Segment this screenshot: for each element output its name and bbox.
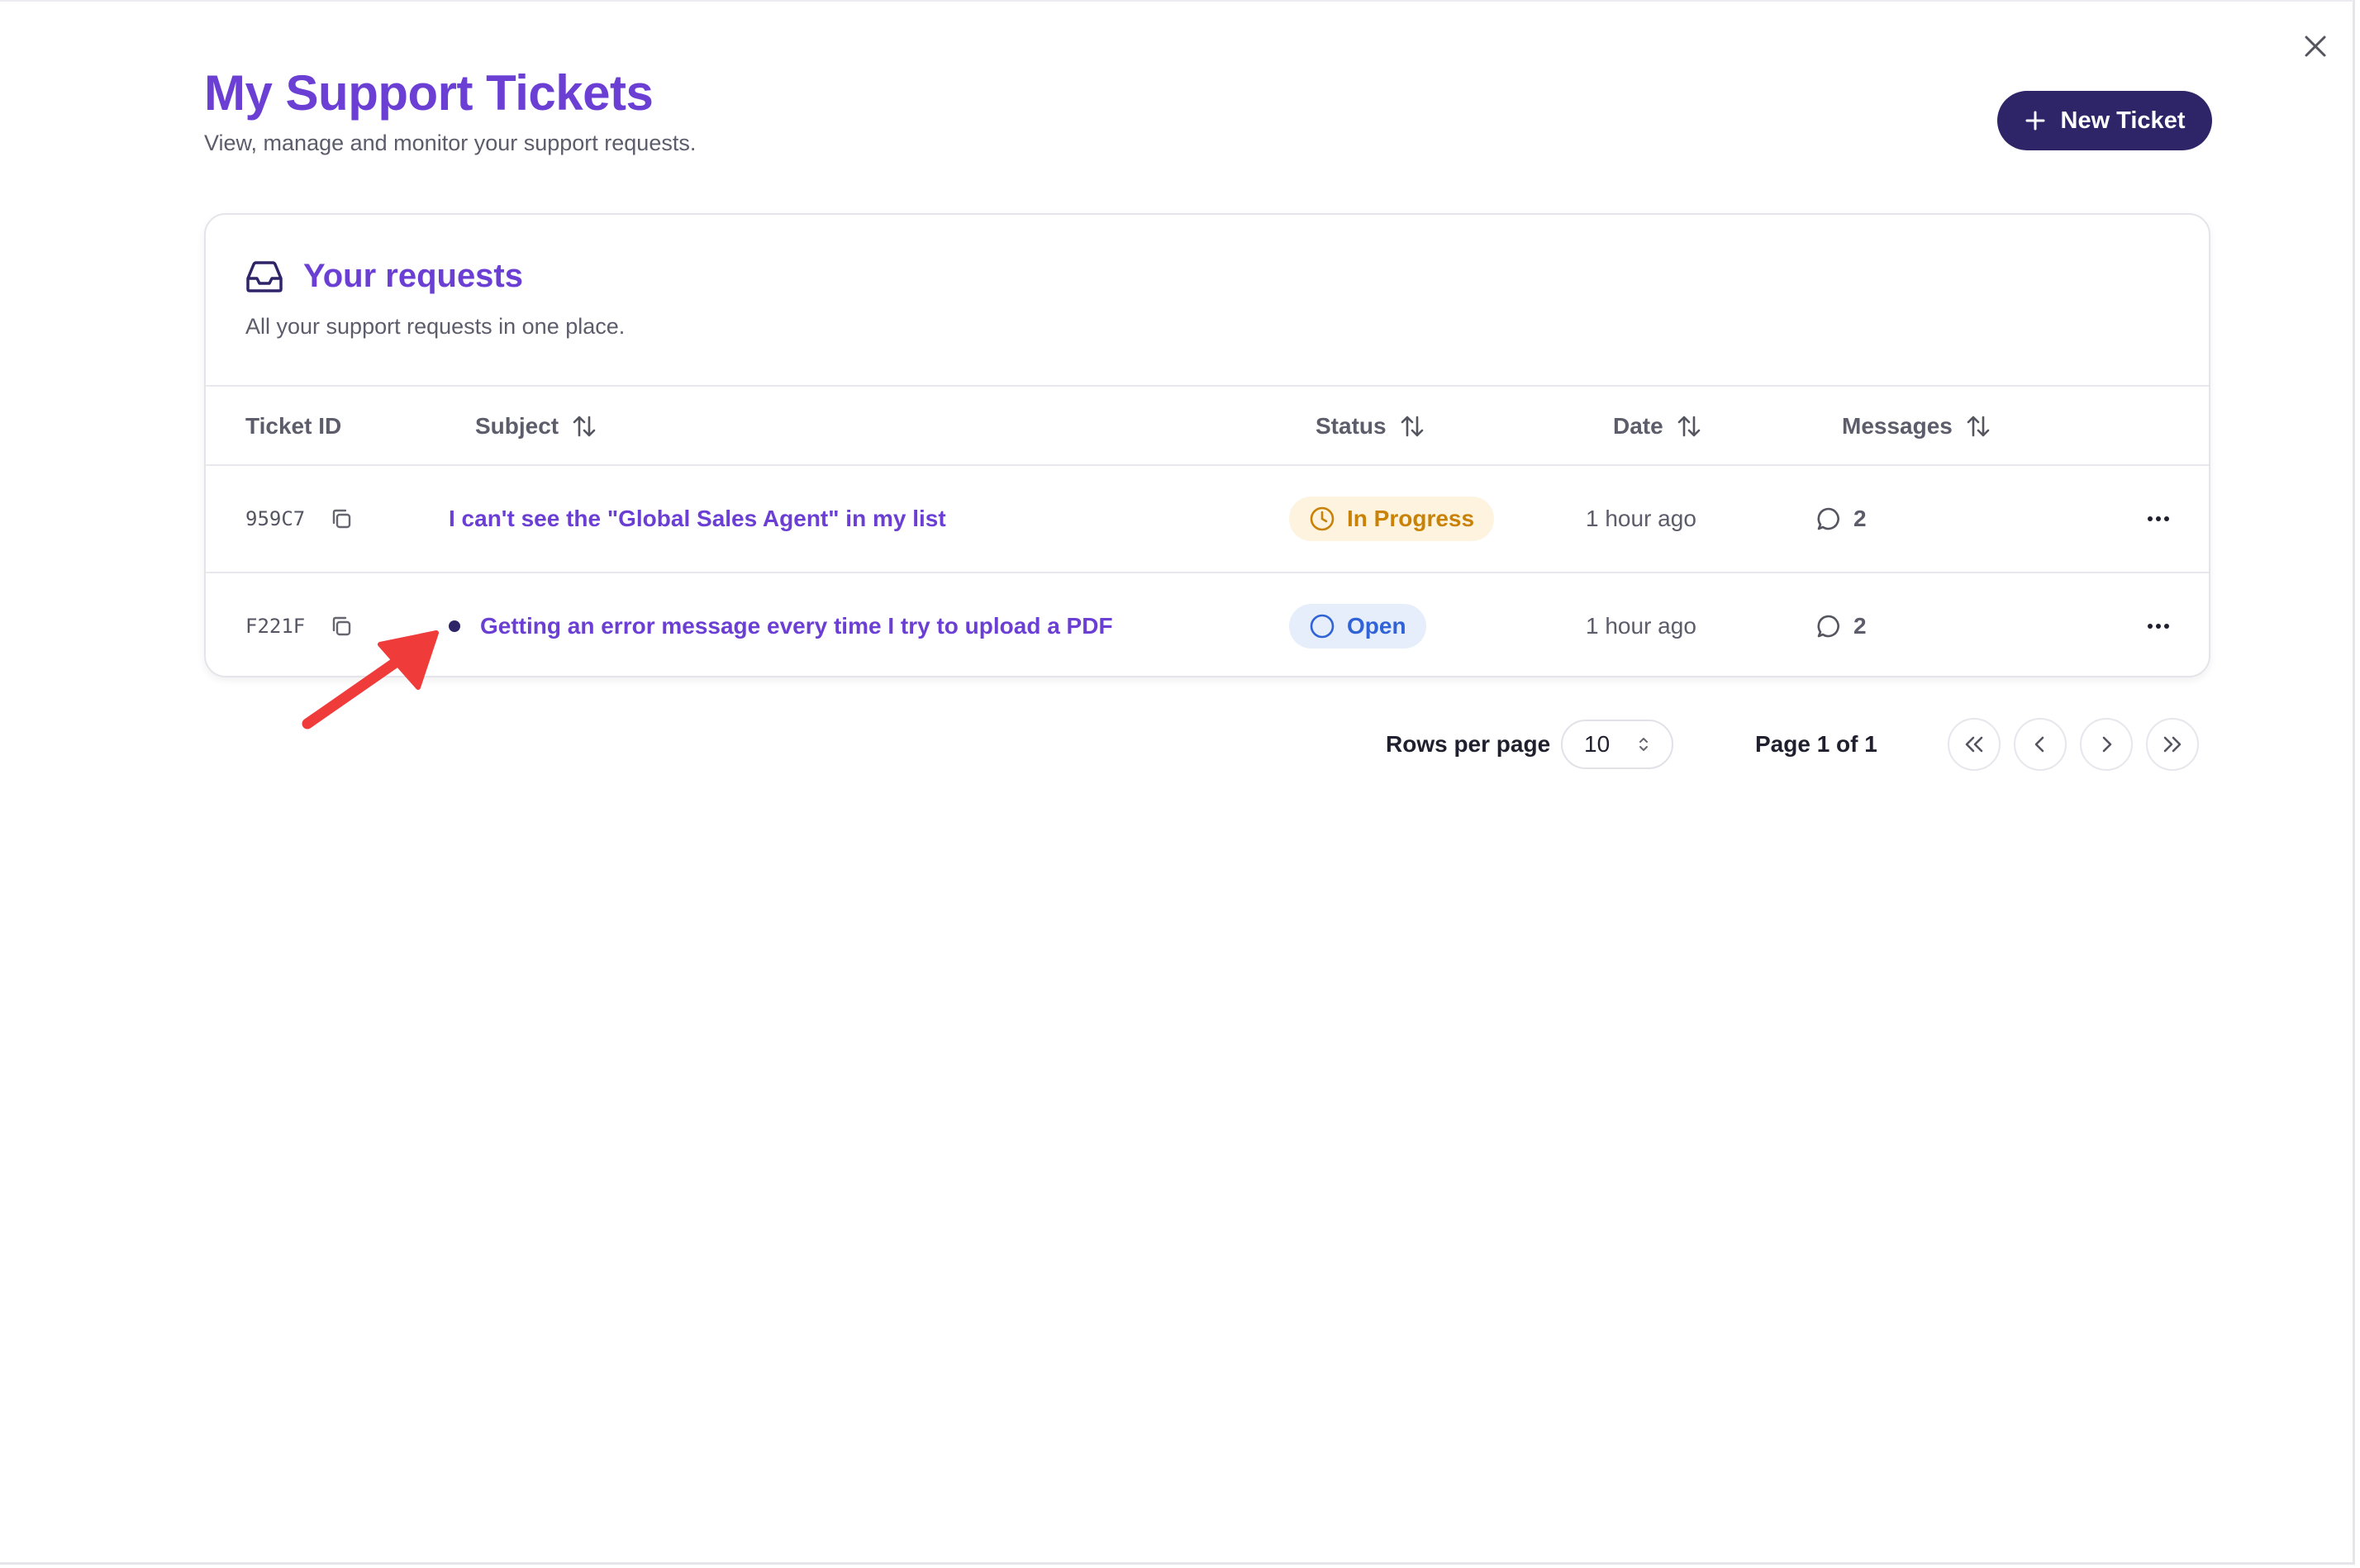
- message-bubble-icon: [1817, 507, 1839, 530]
- close-icon: [2305, 36, 2326, 57]
- table-row[interactable]: 959C7 I can't see the "Global Sales Agen…: [206, 466, 2209, 572]
- column-header-messages[interactable]: Messages: [1842, 411, 1991, 441]
- column-label: Subject: [475, 413, 559, 439]
- new-ticket-button[interactable]: New Ticket: [1997, 91, 2212, 150]
- plus-icon: [2025, 111, 2044, 131]
- column-header-subject[interactable]: Subject: [475, 411, 597, 441]
- card-title: Your requests: [303, 258, 523, 294]
- column-header-status[interactable]: Status: [1316, 411, 1425, 441]
- status-label: Open: [1347, 613, 1406, 639]
- next-page-button[interactable]: [2080, 718, 2133, 771]
- subject-cell: I can't see the "Global Sales Agent" in …: [449, 466, 946, 572]
- column-header-date[interactable]: Date: [1613, 411, 1701, 441]
- chevron-left-icon: [2034, 736, 2044, 753]
- ticket-id: F221F: [245, 615, 306, 638]
- date-cell: 1 hour ago: [1586, 573, 1696, 676]
- ticket-subject-link[interactable]: I can't see the "Global Sales Agent" in …: [449, 506, 946, 532]
- rows-per-page-select[interactable]: 10: [1561, 720, 1673, 769]
- ticket-date: 1 hour ago: [1586, 506, 1696, 531]
- page-info: Page 1 of 1: [1755, 731, 1877, 757]
- inbox-icon: [246, 260, 283, 292]
- first-page-button[interactable]: [1948, 718, 2001, 771]
- page-subtitle: View, manage and monitor your support re…: [204, 131, 697, 155]
- rows-per-page-control: 10: [1561, 719, 1673, 770]
- sort-icon: [1967, 416, 1990, 437]
- column-label: Status: [1316, 413, 1387, 439]
- more-horizontal-icon: [2148, 516, 2169, 521]
- status-cell: Open: [1289, 573, 1426, 676]
- rows-per-page: Rows per page: [1386, 719, 1550, 770]
- circle-icon: [1310, 614, 1335, 639]
- date-cell: 1 hour ago: [1586, 466, 1696, 572]
- column-header-ticket-id: Ticket ID: [245, 411, 341, 441]
- chevrons-right-icon: [2163, 736, 2182, 753]
- unread-indicator: [449, 620, 460, 632]
- annotation-arrow-icon: [302, 630, 439, 729]
- chevron-up-down-icon: [1639, 738, 1648, 751]
- ticket-subject-link[interactable]: Getting an error message every time I tr…: [480, 613, 1113, 639]
- more-horizontal-icon: [2148, 624, 2169, 629]
- close-button[interactable]: [2297, 28, 2334, 64]
- status-badge: In Progress: [1289, 497, 1495, 541]
- message-bubble-icon: [1817, 615, 1839, 638]
- last-page-button[interactable]: [2146, 718, 2199, 771]
- message-count: 2: [1853, 506, 1867, 531]
- table-row[interactable]: F221F Getting an error message every tim…: [206, 573, 2209, 676]
- pagination-controls: [1948, 718, 2199, 771]
- new-ticket-label: New Ticket: [2060, 107, 2186, 134]
- status-badge: Open: [1289, 604, 1426, 649]
- page-info-wrap: Page 1 of 1: [1755, 719, 1877, 770]
- ticket-id-cell: 959C7: [245, 466, 353, 572]
- sort-icon: [1677, 416, 1701, 437]
- row-actions-button[interactable]: [2146, 466, 2171, 572]
- requests-card: Your requests All your support requests …: [204, 213, 2210, 677]
- column-label: Ticket ID: [245, 413, 342, 439]
- rows-per-page-value: 10: [1584, 731, 1611, 757]
- message-count: 2: [1853, 613, 1867, 639]
- column-label: Date: [1613, 413, 1663, 439]
- card-description: All your support requests in one place.: [245, 314, 626, 339]
- subject-cell: Getting an error message every time I tr…: [449, 573, 1113, 676]
- ticket-id: 959C7: [245, 507, 306, 530]
- status-cell: In Progress: [1289, 466, 1495, 572]
- sort-icon: [1401, 416, 1423, 437]
- column-label: Messages: [1842, 413, 1953, 439]
- chevrons-left-icon: [1965, 736, 1983, 753]
- ticket-date: 1 hour ago: [1586, 613, 1696, 639]
- previous-page-button[interactable]: [2014, 718, 2067, 771]
- sort-icon: [573, 416, 596, 437]
- divider: [206, 385, 2209, 387]
- status-label: In Progress: [1347, 506, 1475, 531]
- row-actions-button[interactable]: [2146, 573, 2171, 676]
- chevron-right-icon: [2102, 736, 2112, 753]
- messages-cell: 2: [1815, 573, 1867, 676]
- copy-icon[interactable]: [330, 507, 353, 530]
- messages-cell: 2: [1815, 466, 1867, 572]
- card-header: Your requests: [245, 258, 523, 295]
- rows-per-page-label: Rows per page: [1386, 731, 1551, 757]
- page-title: My Support Tickets: [204, 65, 654, 121]
- clock-icon: [1310, 506, 1335, 531]
